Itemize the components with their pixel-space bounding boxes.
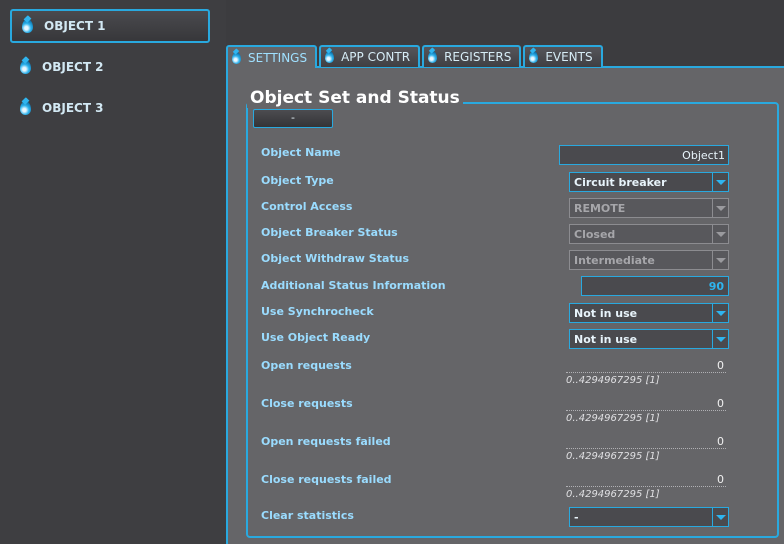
control-access-label: Control Access (261, 200, 353, 213)
tab-label: SETTINGS (248, 50, 308, 65)
object-type-value: Circuit breaker (574, 175, 667, 189)
use-object-ready-select[interactable]: Not in use (569, 329, 729, 349)
sidebar-item-label: OBJECT 2 (42, 60, 104, 74)
control-access-select: REMOTE (569, 198, 729, 218)
chevron-down-icon[interactable] (712, 304, 728, 322)
chevron-down-icon (712, 225, 728, 243)
water-drop-icon (529, 51, 539, 63)
group-title: Object Set and Status (247, 88, 463, 108)
breaker-status-label: Object Breaker Status (261, 226, 398, 239)
breaker-status-select: Closed (569, 224, 729, 244)
water-drop-icon (20, 60, 31, 74)
close-requests-failed-value: 0 (717, 473, 724, 486)
close-requests-range: 0..4294967295 [1] (566, 413, 660, 424)
collapse-button[interactable]: - (253, 109, 333, 128)
close-requests-label: Close requests (261, 397, 353, 410)
sidebar-item-object-2[interactable]: OBJECT 2 (10, 50, 210, 84)
tab-registers[interactable]: REGISTERS (422, 45, 522, 67)
tab-app-contr[interactable]: APP CONTR (319, 45, 421, 67)
water-drop-icon (232, 51, 241, 64)
object-name-field[interactable]: Object1 (559, 145, 729, 165)
chevron-down-icon[interactable] (712, 173, 728, 191)
clear-statistics-label: Clear statistics (261, 509, 354, 522)
open-requests-label: Open requests (261, 359, 352, 372)
close-requests-failed-range: 0..4294967295 [1] (566, 489, 660, 500)
use-synchrocheck-label: Use Synchrocheck (261, 305, 374, 318)
use-object-ready-label: Use Object Ready (261, 331, 371, 344)
tab-events[interactable]: EVENTS (523, 45, 603, 67)
water-drop-icon (20, 101, 31, 115)
additional-status-field: 90 (581, 276, 729, 296)
water-drop-icon (428, 51, 438, 63)
use-synchrocheck-value: Not in use (574, 306, 638, 320)
open-requests-failed-range: 0..4294967295 [1] (566, 451, 660, 462)
use-object-ready-value: Not in use (574, 332, 638, 346)
additional-status-label: Additional Status Information (261, 279, 446, 292)
open-requests-failed-value: 0 (717, 435, 724, 448)
object-name-label: Object Name (261, 146, 341, 159)
divider (566, 448, 726, 449)
sidebar-item-object-3[interactable]: OBJECT 3 (10, 91, 210, 125)
tab-settings[interactable]: SETTINGS (226, 45, 318, 68)
object-type-select[interactable]: Circuit breaker (569, 172, 729, 192)
sidebar-item-object-1[interactable]: OBJECT 1 (10, 9, 210, 43)
chevron-down-icon (712, 251, 728, 269)
close-requests-failed-label: Close requests failed (261, 473, 392, 486)
chevron-down-icon[interactable] (712, 330, 728, 348)
withdraw-status-value: Intermediate (574, 253, 655, 267)
breaker-status-value: Closed (574, 227, 616, 241)
withdraw-status-select: Intermediate (569, 250, 729, 270)
open-requests-value: 0 (717, 359, 724, 372)
open-requests-range: 0..4294967295 [1] (566, 375, 660, 386)
clear-statistics-value: - (574, 510, 579, 524)
close-requests-value: 0 (717, 397, 724, 410)
tab-label: REGISTERS (444, 50, 512, 64)
chevron-down-icon (712, 199, 728, 217)
chevron-down-icon[interactable] (712, 508, 728, 526)
use-synchrocheck-select[interactable]: Not in use (569, 303, 729, 323)
divider (566, 410, 726, 411)
clear-statistics-select[interactable]: - (569, 507, 729, 527)
water-drop-icon (325, 51, 335, 63)
tab-bar: SETTINGS APP CONTR REGISTERS EVENTS (226, 45, 605, 68)
sidebar: OBJECT 1 OBJECT 2 OBJECT 3 (0, 0, 226, 544)
divider (566, 486, 726, 487)
divider (566, 372, 726, 373)
sidebar-item-label: OBJECT 1 (44, 19, 106, 33)
tab-label: EVENTS (545, 50, 593, 64)
sidebar-item-label: OBJECT 3 (42, 101, 104, 115)
open-requests-failed-label: Open requests failed (261, 435, 391, 448)
water-drop-icon (22, 19, 33, 33)
withdraw-status-label: Object Withdraw Status (261, 252, 410, 265)
control-access-value: REMOTE (574, 201, 626, 215)
object-type-label: Object Type (261, 174, 334, 187)
tab-label: APP CONTR (341, 50, 411, 64)
